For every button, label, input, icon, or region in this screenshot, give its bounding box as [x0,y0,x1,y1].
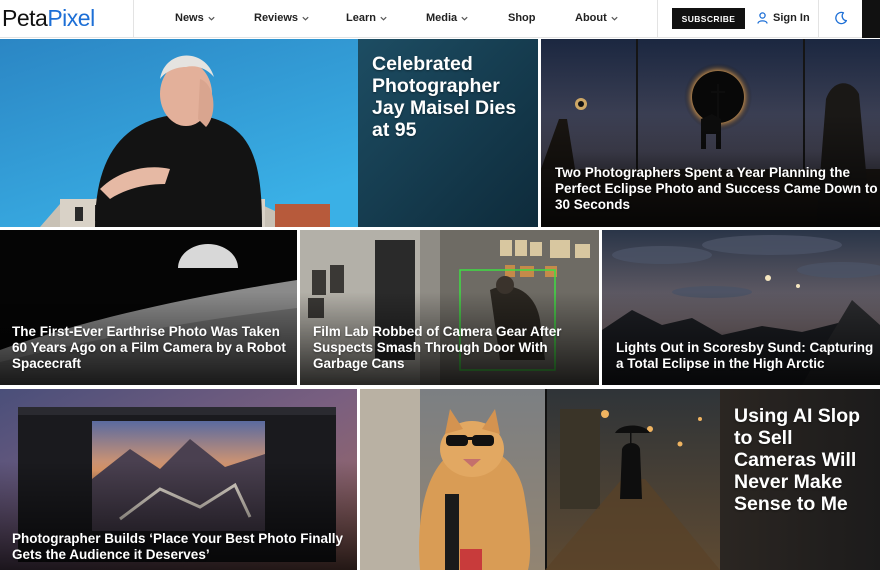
header-edge [862,0,880,38]
moon-icon[interactable] [834,11,848,25]
article-title[interactable]: Using AI Slop to Sell Cameras Will Never… [734,405,880,515]
article-card-place-best-photo[interactable]: Photographer Builds ‘Place Your Best Pho… [0,389,357,570]
nav-media-label: Media [426,12,458,24]
chevron-down-icon [380,16,387,21]
subscribe-button[interactable]: SUBSCRIBE [672,8,745,29]
article-card-jay-maisel[interactable]: Celebrated Photographer Jay Maisel Dies … [0,39,538,227]
chevron-down-icon [208,16,215,21]
header-divider [657,0,658,38]
nav-learn[interactable]: Learn [346,12,388,24]
nav-shop-label: Shop [508,12,536,24]
nav-about[interactable]: About [575,12,619,24]
user-icon [757,12,768,24]
article-title[interactable]: Two Photographers Spent a Year Planning … [555,165,880,213]
article-title[interactable]: Celebrated Photographer Jay Maisel Dies … [372,53,532,141]
article-card-scoresby-sund[interactable]: Lights Out in Scoresby Sund: Capturing a… [602,230,880,385]
article-title[interactable]: Film Lab Robbed of Camera Gear After Sus… [313,324,593,372]
article-title[interactable]: Lights Out in Scoresby Sund: Capturing a… [616,340,880,372]
article-title[interactable]: The First-Ever Earthrise Photo Was Taken… [12,324,292,372]
sign-in-button[interactable]: Sign In [757,12,810,24]
article-card-eclipse[interactable]: Two Photographers Spent a Year Planning … [541,39,880,227]
logo-part-pixel: Pixel [47,5,95,31]
logo-part-peta: Peta [2,5,48,31]
article-card-ai-slop[interactable]: Using AI Slop to Sell Cameras Will Never… [360,389,880,570]
chevron-down-icon [461,16,468,21]
nav-news[interactable]: News [175,12,216,24]
nav-shop[interactable]: Shop [508,12,536,24]
article-card-earthrise[interactable]: The First-Ever Earthrise Photo Was Taken… [0,230,297,385]
chevron-down-icon [302,16,309,21]
sign-in-label: Sign In [773,12,810,24]
chevron-down-icon [611,16,618,21]
site-logo[interactable]: PetaPixel [2,6,95,30]
nav-reviews[interactable]: Reviews [254,12,310,24]
nav-learn-label: Learn [346,12,376,24]
header-divider [133,0,134,38]
site-header: PetaPixel News Reviews Learn Media Shop … [0,0,880,38]
nav-media[interactable]: Media [426,12,469,24]
header-divider [818,0,819,38]
article-card-film-lab[interactable]: Film Lab Robbed of Camera Gear After Sus… [300,230,599,385]
nav-about-label: About [575,12,607,24]
nav-reviews-label: Reviews [254,12,299,24]
article-title[interactable]: Photographer Builds ‘Place Your Best Pho… [12,531,352,563]
nav-news-label: News [175,12,204,24]
